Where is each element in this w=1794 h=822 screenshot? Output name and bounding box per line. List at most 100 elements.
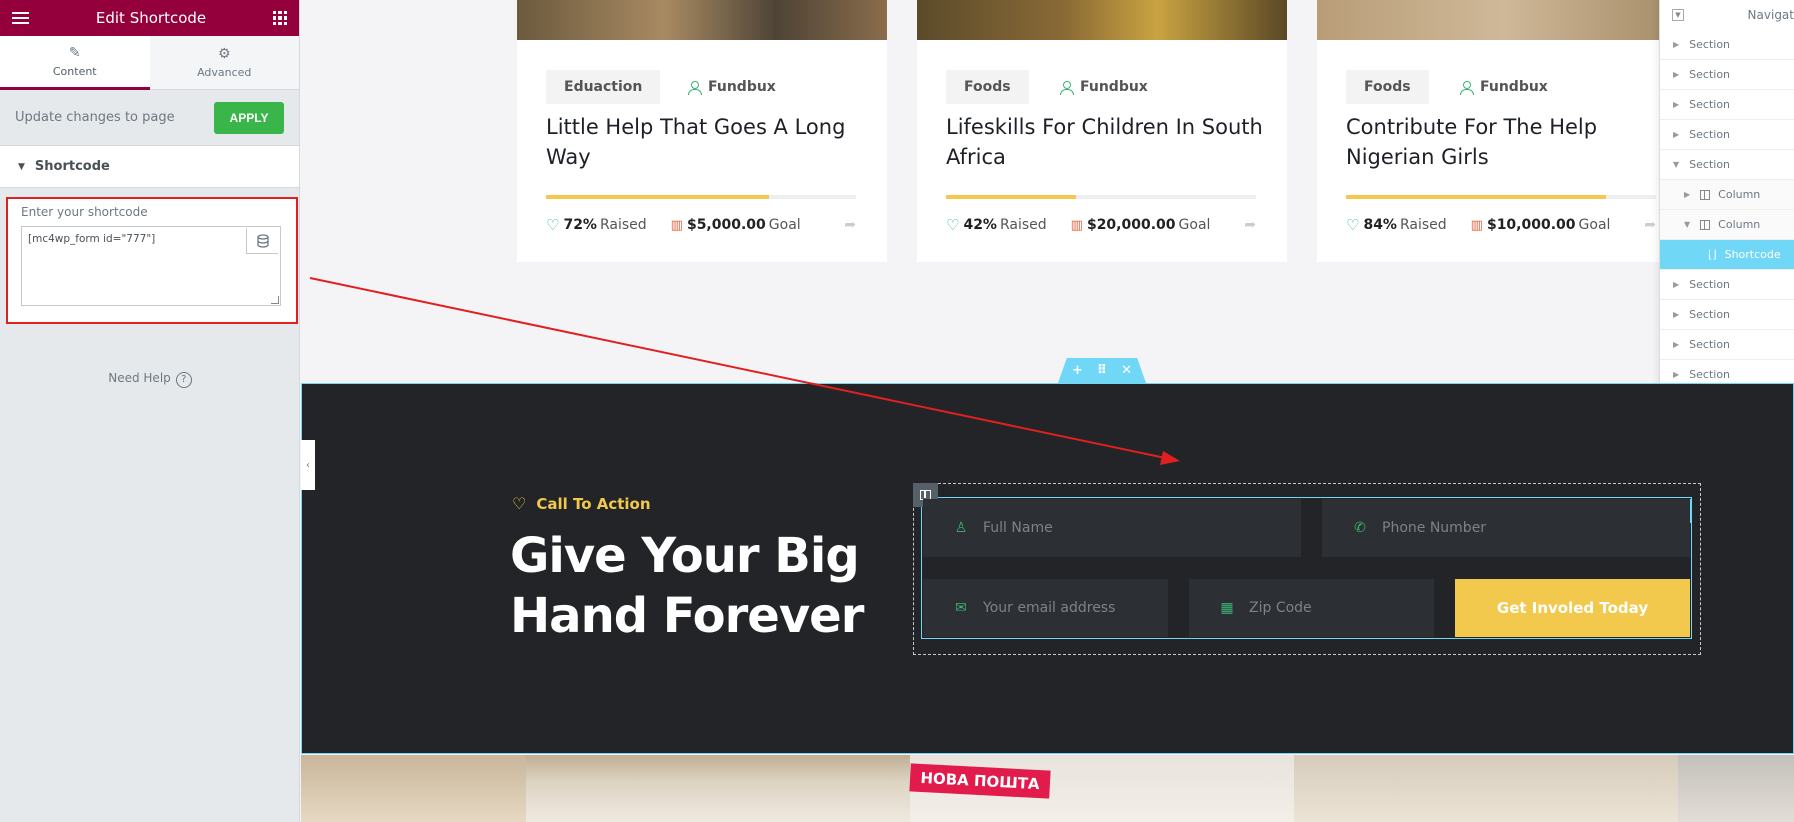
caret-right-icon: ▶ [1673,40,1680,49]
nav-label: Section [1689,68,1731,81]
raised-percent: 84% [1363,217,1397,233]
chart-icon: ▥ [1070,217,1083,233]
zip-field[interactable]: ▦ Zip Code [1189,579,1434,637]
widgets-grid-icon[interactable] [273,11,287,25]
card-stats: ♡ 72% Raised ▥ $5,000.00 Goal ➦ [546,216,856,234]
dynamic-tags-icon[interactable] [246,228,278,254]
card-title[interactable]: Contribute For The Help Nigerian Girls [1346,112,1666,172]
card-title[interactable]: Lifeskills For Children In South Africa [946,112,1266,172]
nav-section[interactable]: ▶ Section [1660,330,1794,360]
card-stats: ♡ 42% Raised ▥ $20,000.00 Goal ➦ [946,216,1256,234]
envelope-icon: ✉ [955,600,967,616]
nav-label: Section [1689,128,1731,141]
navigator-header[interactable]: ▼ Navigat [1660,0,1794,30]
nav-column[interactable]: ▶ Column [1660,180,1794,210]
apply-button[interactable]: APPLY [214,101,284,134]
get-involved-button[interactable]: Get Involed Today [1455,579,1690,637]
nav-section[interactable]: ▶ Section [1660,270,1794,300]
author-name: Fundbux [1080,79,1148,95]
author-name: Fundbux [708,79,776,95]
phone-icon: ✆ [1354,520,1366,536]
section-toggle-shortcode[interactable]: ▼ Shortcode [0,146,299,188]
close-icon[interactable]: ✕ [1121,363,1132,378]
navigator-title: Navigat [1747,8,1794,22]
shortcode-icon: ⌊⌋ [1708,248,1717,261]
resize-handle-icon[interactable] [271,296,279,304]
card-author[interactable]: Fundbux [1460,79,1548,95]
card-title[interactable]: Little Help That Goes A Long Way [546,112,866,172]
shortcode-control: Enter your shortcode [mc4wp_form id="777… [6,197,298,324]
nav-shortcode-active[interactable]: ⌊⌋ Shortcode [1660,240,1794,270]
nav-section-expanded[interactable]: ▼ Section [1660,150,1794,180]
nav-label: Section [1689,278,1731,291]
drag-handle-icon[interactable]: ⠿ [1097,363,1107,378]
share-icon[interactable]: ➦ [1644,217,1656,233]
user-icon [1060,80,1074,95]
nav-label: Section [1689,98,1731,111]
collapse-all-icon[interactable]: ▼ [1672,9,1684,21]
cta-label: ♡ Call To Action [512,494,651,513]
panel-header: Edit Shortcode [0,0,299,36]
nav-label: Section [1689,368,1731,381]
full-name-placeholder: Full Name [983,520,1053,536]
gallery-image[interactable] [301,755,526,822]
nav-section[interactable]: ▶ Section [1660,90,1794,120]
user-icon [688,80,702,95]
email-field[interactable]: ✉ Your email address [923,579,1168,637]
nav-section[interactable]: ▶ Section [1660,300,1794,330]
gallery-image[interactable] [1294,755,1678,822]
nav-label: Section [1689,38,1731,51]
full-name-field[interactable]: ♙ Full Name [923,499,1301,557]
card-image [517,0,887,40]
user-icon: ♙ [954,520,968,536]
card-author[interactable]: Fundbux [1060,79,1148,95]
raised-percent: 42% [963,217,997,233]
caret-right-icon: ▶ [1673,100,1680,109]
campaign-card[interactable]: Foods Fundbux Contribute For The Help Ni… [1317,0,1687,262]
need-help-link[interactable]: Need Help? [0,371,300,388]
nav-section[interactable]: ▶ Section [1660,60,1794,90]
chart-icon: ▥ [1470,217,1483,233]
progress-bar [1346,195,1656,199]
tab-content[interactable]: ✎ Content [0,36,150,90]
category-tag[interactable]: Foods [946,70,1029,104]
section-handle[interactable]: + ⠿ ✕ [1058,358,1146,383]
nav-label: Section [1689,158,1731,171]
menu-icon[interactable] [12,12,29,24]
chevron-left-icon: ‹ [306,459,310,471]
nav-section[interactable]: ▶ Section [1660,30,1794,60]
campaign-card[interactable]: Eduaction Fundbux Little Help That Goes … [517,0,887,262]
map-icon: ▦ [1220,600,1234,616]
shortcode-label: Enter your shortcode [21,205,148,219]
tab-advanced[interactable]: ⚙ Advanced [149,36,299,90]
update-text: Update changes to page [15,110,175,125]
add-section-icon[interactable]: + [1072,363,1083,378]
column-icon [1700,219,1711,230]
caret-right-icon: ▶ [1673,340,1680,349]
card-stats: ♡ 84% Raised ▥ $10,000.00 Goal ➦ [1346,216,1656,234]
panel-collapse-tab[interactable]: ‹ [301,440,315,490]
heart-icon: ♡ [946,216,960,234]
raised-label: Raised [999,217,1047,233]
campaign-card[interactable]: Foods Fundbux Lifeskills For Children In… [917,0,1287,262]
gallery-image[interactable] [526,755,910,822]
goal-label: Goal [768,217,801,233]
share-icon[interactable]: ➦ [1244,217,1256,233]
share-icon[interactable]: ➦ [844,217,856,233]
shortcode-textarea[interactable]: [mc4wp_form id="777"] [21,226,281,306]
progress-fill [1346,195,1607,199]
nav-label: Section [1689,308,1731,321]
update-row: Update changes to page APPLY [0,90,299,146]
category-tag[interactable]: Eduaction [546,70,661,104]
card-author[interactable]: Fundbux [688,79,776,95]
phone-field[interactable]: ✆ Phone Number [1322,499,1690,557]
card-image [917,0,1287,40]
panel-tabs: ✎ Content ⚙ Advanced [0,36,299,90]
chart-icon: ▥ [670,217,683,233]
category-tag[interactable]: Foods [1346,70,1429,104]
nav-column-expanded[interactable]: ▼ Column [1660,210,1794,240]
nav-section[interactable]: ▶ Section [1660,120,1794,150]
help-icon: ? [175,372,192,388]
tab-label: Advanced [197,66,252,79]
gallery-image[interactable] [1678,755,1794,822]
